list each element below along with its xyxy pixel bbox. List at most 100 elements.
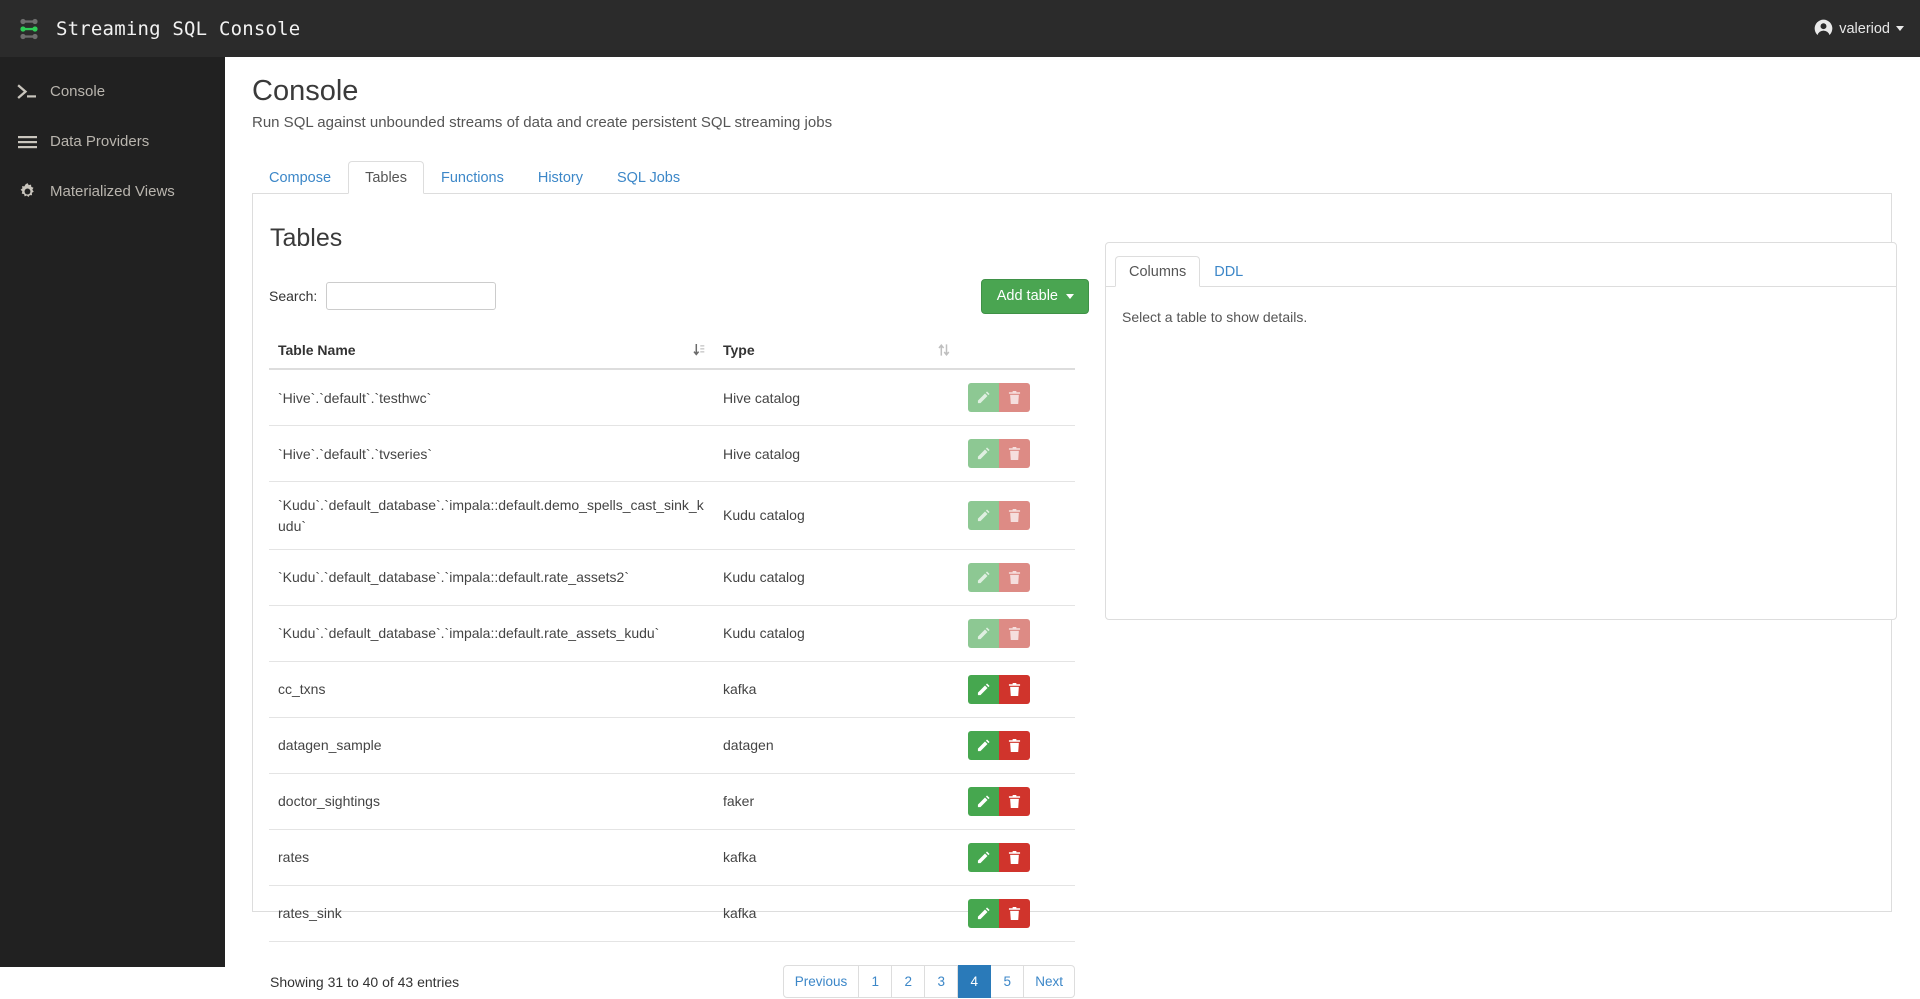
edit-table-button[interactable] (968, 383, 999, 413)
main-content: Console Run SQL against unbounded stream… (225, 57, 1920, 999)
delete-table-button[interactable] (999, 786, 1030, 816)
delete-table-button[interactable] (999, 898, 1030, 928)
top-navbar: Streaming SQL Console valeriod (0, 0, 1920, 57)
table-toolbar: Search: Add table (269, 279, 1089, 314)
pagination-next[interactable]: Next (1024, 965, 1075, 999)
pagination: Previous 1 2 3 4 5 Next (782, 965, 1075, 999)
edit-table-button[interactable] (968, 786, 999, 816)
brand[interactable]: Streaming SQL Console (0, 14, 300, 44)
edit-table-button[interactable] (968, 898, 999, 928)
row-action-group (968, 618, 1030, 648)
details-body: Select a table to show details. (1106, 287, 1896, 619)
tab-history[interactable]: History (521, 161, 600, 195)
table-row[interactable]: rates_sink kafka (269, 885, 1075, 942)
page-title: Console (252, 75, 359, 107)
table-row[interactable]: `Kudu`.`default_database`.`impala::defau… (269, 481, 1075, 550)
delete-table-button[interactable] (999, 439, 1030, 469)
edit-table-button[interactable] (968, 501, 999, 531)
column-header-type[interactable]: Type (714, 335, 959, 371)
graph-nodes-icon (14, 14, 44, 44)
table-row[interactable]: rates kafka (269, 829, 1075, 886)
page-subtitle: Run SQL against unbounded streams of dat… (252, 114, 833, 132)
delete-table-button[interactable] (999, 674, 1030, 704)
tables-table-head: Table Name Type (269, 335, 1075, 371)
cell-actions (959, 829, 1075, 886)
search-input[interactable] (326, 282, 497, 311)
navbar-right: valeriod (1814, 19, 1920, 38)
tab-columns[interactable]: Columns (1115, 255, 1201, 288)
cell-table-name: `Hive`.`default`.`tvseries` (269, 425, 714, 483)
cell-table-type: Hive catalog (714, 425, 959, 483)
row-action-group (968, 786, 1030, 816)
cell-actions (959, 885, 1075, 942)
bars-icon (16, 132, 39, 152)
pagination-page-5[interactable]: 5 (991, 965, 1025, 999)
delete-table-button[interactable] (999, 562, 1030, 592)
tab-tables[interactable]: Tables (348, 160, 424, 195)
section-title: Tables (270, 224, 343, 253)
cell-actions (959, 773, 1075, 830)
delete-table-button[interactable] (999, 501, 1030, 531)
delete-table-button[interactable] (999, 618, 1030, 648)
cell-table-name: rates_sink (269, 885, 714, 942)
table-row[interactable]: `Kudu`.`default_database`.`impala::defau… (269, 549, 1075, 606)
table-header-row: Table Name Type (269, 335, 1075, 371)
table-row[interactable]: cc_txns kafka (269, 661, 1075, 718)
table-row[interactable]: `Hive`.`default`.`testhwc` Hive catalog (269, 369, 1075, 427)
cell-table-type: Kudu catalog (714, 549, 959, 606)
edit-table-button[interactable] (968, 842, 999, 872)
details-column: Columns DDL Select a table to show detai… (1089, 224, 1897, 999)
cell-actions (959, 481, 1075, 550)
table-row[interactable]: datagen_sample datagen (269, 717, 1075, 774)
cell-table-type: Hive catalog (714, 369, 959, 427)
search-label: Search: (269, 288, 318, 305)
cell-table-name: datagen_sample (269, 717, 714, 774)
cell-actions (959, 717, 1075, 774)
pagination-page-3[interactable]: 3 (925, 965, 959, 999)
sort-desc-icon (693, 343, 705, 357)
row-action-group (968, 562, 1030, 592)
row-action-group (968, 501, 1030, 531)
table-row[interactable]: `Kudu`.`default_database`.`impala::defau… (269, 605, 1075, 662)
sort-neutral-icon (938, 343, 950, 357)
cell-actions (959, 661, 1075, 718)
cell-table-name: cc_txns (269, 661, 714, 718)
pagination-page-4[interactable]: 4 (958, 965, 992, 999)
row-action-group (968, 383, 1030, 413)
caret-down-icon (1066, 293, 1074, 299)
terminal-icon (16, 82, 39, 102)
edit-table-button[interactable] (968, 674, 999, 704)
cell-table-name: `Hive`.`default`.`testhwc` (269, 369, 714, 427)
tab-functions[interactable]: Functions (424, 161, 521, 195)
tab-ddl[interactable]: DDL (1200, 256, 1257, 288)
edit-table-button[interactable] (968, 618, 999, 648)
cell-actions (959, 605, 1075, 662)
sidebar-item-console[interactable]: Console (0, 73, 225, 110)
pagination-page-1[interactable]: 1 (859, 965, 893, 999)
cell-actions (959, 369, 1075, 427)
tab-sql-jobs[interactable]: SQL Jobs (600, 161, 697, 195)
add-table-button[interactable]: Add table (980, 279, 1089, 314)
user-name: valeriod (1839, 20, 1890, 37)
cell-table-type: Kudu catalog (714, 481, 959, 550)
sidebar-item-label: Data Providers (50, 133, 150, 150)
edit-table-button[interactable] (968, 562, 999, 592)
sidebar-item-materialized-views[interactable]: Materialized Views (0, 173, 225, 210)
tables-list-column: Tables Search: Add table Table Name Type… (269, 224, 1089, 999)
edit-table-button[interactable] (968, 730, 999, 760)
table-row[interactable]: `Hive`.`default`.`tvseries` Hive catalog (269, 425, 1075, 483)
delete-table-button[interactable] (999, 730, 1030, 760)
edit-table-button[interactable] (968, 439, 999, 469)
user-menu[interactable]: valeriod (1814, 19, 1904, 38)
tab-compose[interactable]: Compose (252, 161, 348, 195)
cell-table-type: kafka (714, 885, 959, 942)
pagination-previous[interactable]: Previous (782, 965, 860, 999)
sidebar-item-label: Console (50, 83, 106, 100)
table-row[interactable]: doctor_sightings faker (269, 773, 1075, 830)
delete-table-button[interactable] (999, 383, 1030, 413)
pagination-page-2[interactable]: 2 (892, 965, 926, 999)
delete-table-button[interactable] (999, 842, 1030, 872)
column-header-table-name[interactable]: Table Name (269, 335, 714, 371)
entries-summary: Showing 31 to 40 of 43 entries (270, 973, 460, 990)
sidebar-item-data-providers[interactable]: Data Providers (0, 123, 225, 160)
